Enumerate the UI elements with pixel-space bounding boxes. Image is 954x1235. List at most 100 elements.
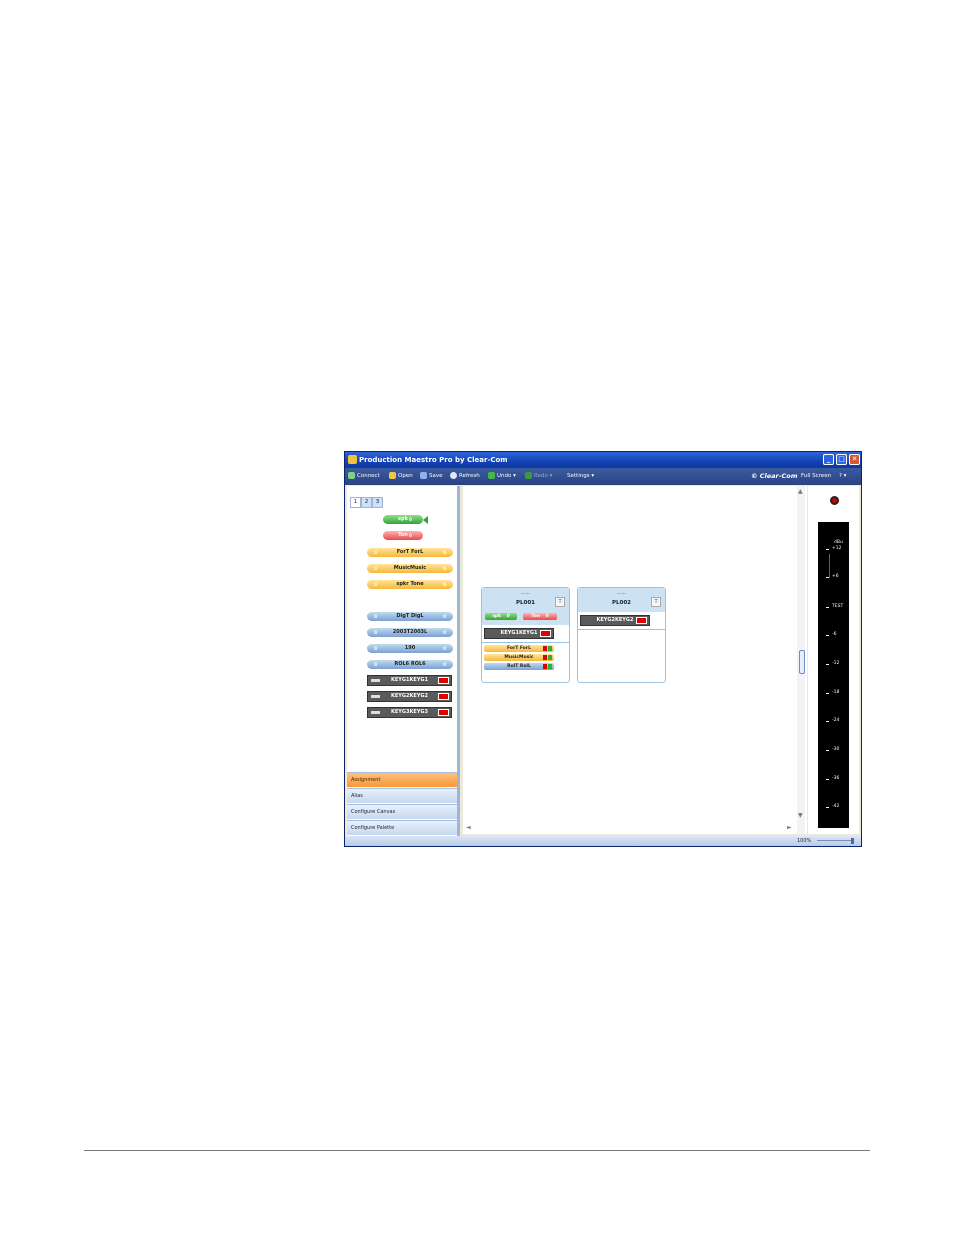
pill-level-right: 0 <box>443 630 446 635</box>
record-icon[interactable] <box>830 496 839 505</box>
palette-pill-rol6[interactable]: 0 ROL6 ROL6 0 <box>367 660 453 669</box>
open-button[interactable]: Open <box>389 468 413 485</box>
fullscreen-button[interactable]: Full Screen <box>801 468 831 485</box>
scroll-down-icon[interactable]: ▼ <box>798 812 803 819</box>
key-label: KEYG1KEYG1 <box>500 630 538 636</box>
undo-dropdown-icon[interactable]: ▾ <box>513 473 516 479</box>
palette-tab-3[interactable]: 3 <box>372 497 383 508</box>
mini-level: 0 <box>545 614 549 619</box>
card-tone-pill[interactable]: Ton 0 <box>523 613 557 620</box>
palette-key-keyg2[interactable]: KEYG2KEYG2 <box>367 691 452 702</box>
card-talk-toggle[interactable]: T <box>555 597 565 607</box>
zoom-level: 100% <box>797 838 812 844</box>
disk-icon <box>420 472 427 479</box>
palette-tab-1[interactable]: 1 <box>350 497 361 508</box>
key-talk-indicator[interactable] <box>438 693 449 700</box>
save-button[interactable]: Save <box>420 468 443 485</box>
maximize-button[interactable]: □ <box>836 454 847 465</box>
pill-level-left: 0 <box>374 614 377 619</box>
minimize-button[interactable]: _ <box>823 454 834 465</box>
party-line-card-pl001[interactable]: ...... PL001 T spk 0 Ton 0 KEYG1KEYG1 Fo… <box>481 587 570 683</box>
help-button[interactable]: ? ▾ <box>839 468 846 485</box>
card-row-rolt-roll[interactable]: RolT RolL <box>484 663 554 670</box>
pill-label: 190 <box>404 645 416 651</box>
card-key-keyg1[interactable]: KEYG1KEYG1 <box>484 628 554 639</box>
refresh-button[interactable]: Refresh <box>450 468 480 485</box>
pill-level: 0 <box>409 533 412 538</box>
settings-button[interactable]: Settings ▾ <box>567 468 594 485</box>
open-label: Open <box>398 473 413 479</box>
redo-dropdown-icon[interactable]: ▾ <box>550 473 553 479</box>
connect-button[interactable]: Connect <box>348 468 380 485</box>
nav-assignment[interactable]: Assignment <box>347 772 457 787</box>
card-row-musicmusic[interactable]: MusicMusic <box>484 654 554 661</box>
palette-key-keyg1[interactable]: KEYG1KEYG1 <box>367 675 452 686</box>
row-red-indicator <box>543 664 547 669</box>
app-icon <box>348 455 357 464</box>
row-green-indicator <box>548 655 552 660</box>
row-green-indicator <box>548 646 552 651</box>
vertical-scrollbar[interactable]: ▲ ▼ <box>797 486 805 834</box>
assignment-canvas[interactable]: ...... PL001 T spk 0 Ton 0 KEYG1KEYG1 Fo… <box>463 486 807 834</box>
pill-level-left: 0 <box>374 582 377 587</box>
undo-button[interactable]: Undo ▾ <box>488 468 516 485</box>
key-label: KEYG2KEYG2 <box>391 693 428 699</box>
palette-pill-digt-digl[interactable]: 0 DigT DigL 0 <box>367 612 453 621</box>
card-key-keyg2[interactable]: KEYG2KEYG2 <box>580 615 650 626</box>
palette-pill-spkr-tone[interactable]: 0 spkr Tone 0 <box>367 580 453 589</box>
key-talk-indicator[interactable] <box>540 630 551 637</box>
palette-tone-pill[interactable]: Ton 0 <box>383 531 423 540</box>
nav-configure-canvas[interactable]: Configure Canvas <box>347 804 457 819</box>
card-divider <box>578 629 665 630</box>
drag-handle[interactable]: ...... <box>482 590 569 596</box>
tick-label: -12 <box>832 661 840 666</box>
card-speaker-pill[interactable]: spk 0 <box>485 613 517 620</box>
card-row-fort-forl[interactable]: ForT ForL <box>484 645 554 652</box>
key-talk-indicator[interactable] <box>438 677 449 684</box>
key-talk-indicator[interactable] <box>636 617 647 624</box>
palette-pill-musicmusic[interactable]: 0 MusicMusic 0 <box>367 564 453 573</box>
mini-label: spk <box>492 614 502 619</box>
palette-tabs: 123 <box>350 488 383 508</box>
pill-level-left: 0 <box>374 646 377 651</box>
scroll-right-icon[interactable]: ► <box>787 824 792 831</box>
meter-peak-bar <box>829 554 830 578</box>
drag-handle[interactable]: ...... <box>578 590 665 596</box>
nav-configure-palette[interactable]: Configure Palette <box>347 820 457 835</box>
close-button[interactable]: ✕ <box>849 454 860 465</box>
settings-dropdown-icon: ▾ <box>591 473 595 479</box>
mini-level: 0 <box>506 614 510 619</box>
pill-label: ForT ForL <box>396 549 424 555</box>
tick-label: -42 <box>832 804 840 809</box>
mini-label: Ton <box>531 614 541 619</box>
party-line-card-pl002[interactable]: ...... PL002 T KEYG2KEYG2 <box>577 587 666 683</box>
zoom-slider[interactable] <box>817 840 853 841</box>
pill-label: 2003T2003L <box>392 629 428 635</box>
palette-tab-2[interactable]: 2 <box>361 497 372 508</box>
level-meter: dBu +12 +6 TEST -6 -12 -18 -24 -30 -36 -… <box>818 522 849 828</box>
clear-com-logo: © Clear-Com <box>751 472 798 480</box>
palette-key-keyg3[interactable]: KEYG3KEYG3 <box>367 707 452 718</box>
key-talk-indicator[interactable] <box>438 709 449 716</box>
redo-button[interactable]: Redo ▾ <box>525 468 552 485</box>
pill-level-left: 0 <box>374 550 377 555</box>
card-talk-toggle[interactable]: T <box>651 597 661 607</box>
scrollbar-thumb[interactable] <box>799 650 805 674</box>
palette-pill-fort-forl[interactable]: 0 ForT ForL 0 <box>367 548 453 557</box>
app-window: Production Maestro Pro by Clear-Com _ □ … <box>344 451 862 847</box>
palette-pill-2003t[interactable]: 0 2003T2003L 0 <box>367 628 453 637</box>
pill-label: Ton <box>398 532 408 538</box>
palette-speaker-pill[interactable]: spk 0 <box>383 515 423 524</box>
brand-text: Clear-Com <box>759 472 798 480</box>
pill-level-right: 0 <box>443 582 446 587</box>
card-header: ...... PL002 T <box>578 588 665 612</box>
pill-level-right: 0 <box>443 662 446 667</box>
nav-alias[interactable]: Alias <box>347 788 457 803</box>
scroll-left-icon[interactable]: ◄ <box>466 824 471 831</box>
pill-level-right: 0 <box>443 646 446 651</box>
zoom-slider-handle[interactable] <box>851 838 854 844</box>
palette-pill-190[interactable]: 0 190 0 <box>367 644 453 653</box>
title-bar[interactable]: Production Maestro Pro by Clear-Com _ □ … <box>345 452 861 468</box>
scroll-up-icon[interactable]: ▲ <box>798 488 803 495</box>
pill-level: 0 <box>409 517 412 522</box>
